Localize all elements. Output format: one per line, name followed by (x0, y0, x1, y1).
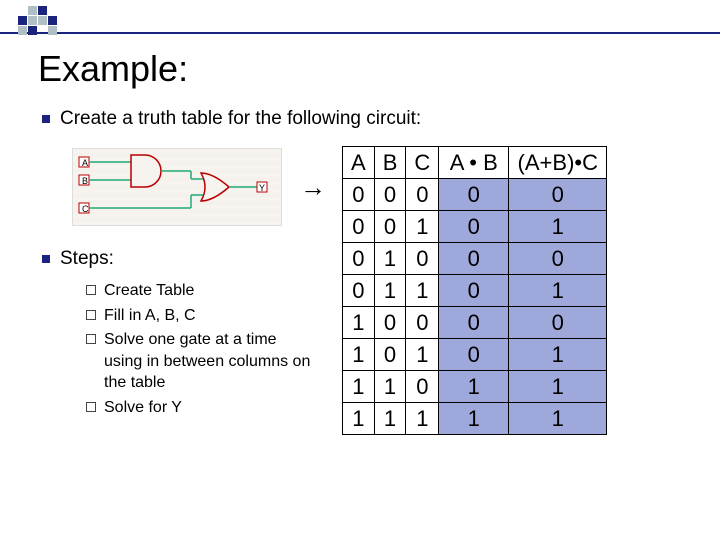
circuit-svg (73, 149, 283, 227)
table-cell: 1 (509, 403, 607, 435)
table-cell: 0 (343, 243, 375, 275)
table-cell: 1 (406, 403, 439, 435)
steps-header-row: Steps: (42, 248, 114, 270)
table-row: 01000 (343, 243, 607, 275)
table-cell: 1 (343, 339, 375, 371)
table-cell: 0 (439, 211, 509, 243)
subtitle-text: Create a truth table for the following c… (60, 108, 421, 130)
th-c: C (406, 147, 439, 179)
circuit-diagram: A B C Y (72, 148, 282, 226)
table-cell: 0 (406, 179, 439, 211)
table-cell: 0 (509, 307, 607, 339)
table-cell: 0 (374, 307, 406, 339)
input-a-label: A (82, 158, 88, 168)
table-cell: 1 (509, 275, 607, 307)
table-cell: 1 (343, 307, 375, 339)
hollow-square-icon (86, 334, 96, 344)
table-row: 00101 (343, 211, 607, 243)
table-cell: 0 (439, 179, 509, 211)
table-cell: 1 (406, 275, 439, 307)
table-cell: 0 (439, 275, 509, 307)
deco-squares (18, 6, 57, 35)
step-item: Fill in A, B, C (86, 305, 316, 327)
table-cell: 1 (439, 403, 509, 435)
table-cell: 1 (439, 371, 509, 403)
table-body: 0000000101010000110110000101011101111111 (343, 179, 607, 435)
table-header-row: A B C A • B (A+B)•C (343, 147, 607, 179)
table-cell: 1 (374, 371, 406, 403)
header-divider (0, 0, 720, 34)
table-cell: 1 (374, 275, 406, 307)
step-text: Solve one gate at a time using in betwee… (104, 329, 316, 394)
table-cell: 0 (374, 211, 406, 243)
table-cell: 0 (439, 307, 509, 339)
table-row: 11011 (343, 371, 607, 403)
table-row: 01101 (343, 275, 607, 307)
table-cell: 0 (406, 307, 439, 339)
table-cell: 1 (406, 339, 439, 371)
output-y-label: Y (259, 183, 265, 193)
table-cell: 1 (509, 339, 607, 371)
table-row: 10101 (343, 339, 607, 371)
table-row: 00000 (343, 179, 607, 211)
truth-table: A B C A • B (A+B)•C 00000001010100001101… (342, 146, 607, 435)
table-cell: 1 (509, 211, 607, 243)
steps-list: Create Table Fill in A, B, C Solve one g… (86, 280, 316, 422)
table-cell: 1 (343, 371, 375, 403)
table-cell: 0 (406, 371, 439, 403)
th-ab: A • B (439, 147, 509, 179)
table-cell: 1 (343, 403, 375, 435)
table-row: 10000 (343, 307, 607, 339)
table-cell: 0 (374, 339, 406, 371)
steps-header-text: Steps: (60, 248, 114, 270)
table-row: 11111 (343, 403, 607, 435)
arrow-icon: → (300, 172, 326, 203)
bullet-square-icon (42, 255, 50, 263)
input-b-label: B (82, 176, 88, 186)
hollow-square-icon (86, 310, 96, 320)
step-item: Solve for Y (86, 397, 316, 419)
table-cell: 0 (439, 243, 509, 275)
table-cell: 0 (509, 243, 607, 275)
table-cell: 1 (374, 403, 406, 435)
step-text: Create Table (104, 280, 194, 302)
step-text: Fill in A, B, C (104, 305, 196, 327)
hollow-square-icon (86, 402, 96, 412)
step-item: Create Table (86, 280, 316, 302)
input-c-label: C (82, 204, 89, 214)
slide-title: Example: (38, 48, 188, 90)
hollow-square-icon (86, 285, 96, 295)
table-cell: 0 (343, 211, 375, 243)
th-a: A (343, 147, 375, 179)
table-cell: 0 (343, 275, 375, 307)
subtitle-row: Create a truth table for the following c… (42, 108, 421, 130)
step-item: Solve one gate at a time using in betwee… (86, 329, 316, 394)
table-cell: 1 (509, 371, 607, 403)
bullet-square-icon (42, 115, 50, 123)
step-text: Solve for Y (104, 397, 182, 419)
table-cell: 0 (509, 179, 607, 211)
th-b: B (374, 147, 406, 179)
table-cell: 1 (374, 243, 406, 275)
th-abc: (A+B)•C (509, 147, 607, 179)
table-cell: 0 (343, 179, 375, 211)
table-cell: 0 (439, 339, 509, 371)
table-cell: 1 (406, 211, 439, 243)
table-cell: 0 (374, 179, 406, 211)
table-cell: 0 (406, 243, 439, 275)
